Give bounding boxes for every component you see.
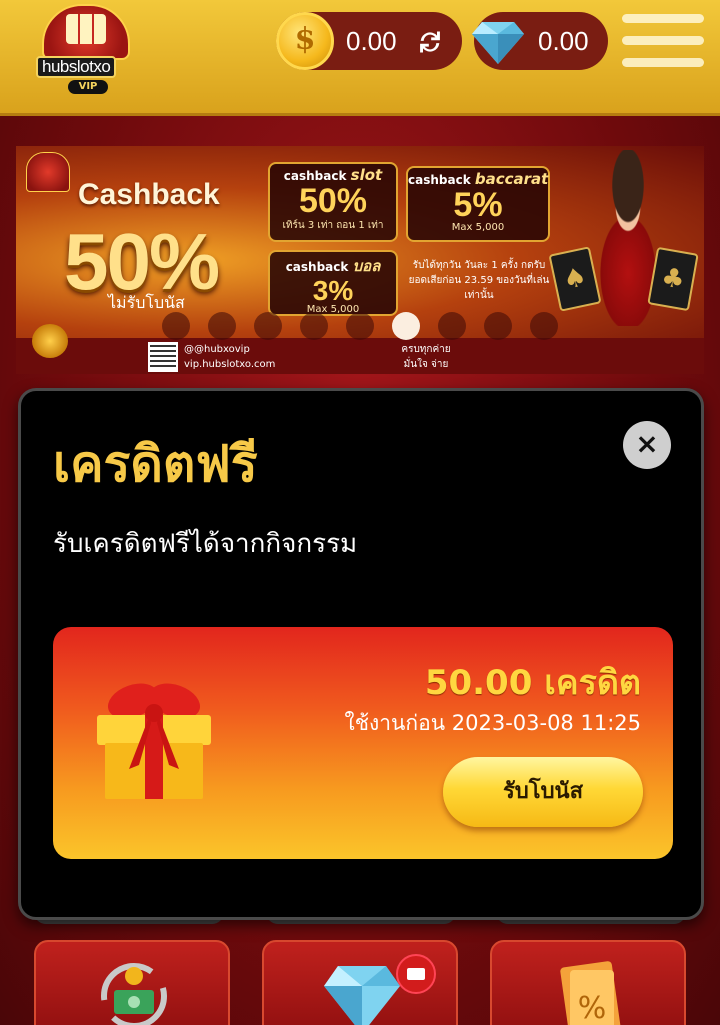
qr-code-icon [148, 342, 178, 372]
cashback-baccarat-box: cashback baccarat 5% Max 5,000 [406, 166, 550, 242]
credit-amount: 50.00 เครดิต [424, 663, 641, 703]
close-button[interactable]: × [623, 421, 671, 469]
diamond-icon [472, 22, 524, 64]
page: hubslotxo VIP $ 0.00 0.00 Cashback 50% ไ… [0, 0, 720, 1025]
credit-balance: 0.00 [346, 26, 397, 56]
line-id: @@hubxovip [184, 344, 250, 355]
refresh-icon[interactable] [416, 28, 444, 56]
carousel-dot[interactable] [392, 312, 420, 340]
cashback-menu-tile[interactable] [34, 940, 230, 1025]
mail-icon [396, 954, 436, 994]
banner-logo [26, 152, 70, 192]
coupon-icon: % [560, 961, 621, 1025]
credit-balance-pill: $ 0.00 [276, 12, 462, 70]
website-url: vip.hubslotxo.com [184, 359, 276, 370]
svg-text:%: % [578, 991, 607, 1025]
carousel-dot[interactable] [530, 312, 558, 340]
logo-crest [42, 4, 130, 60]
carousel-dot[interactable] [438, 312, 466, 340]
modal-subtitle: รับเครดิตฟรีได้จากกิจกรรม [53, 529, 358, 559]
logo-text: hubslotxo [36, 56, 117, 78]
banner-footer-bar [16, 338, 704, 374]
vip-badge: VIP [68, 80, 108, 94]
hamburger-menu-icon[interactable] [622, 14, 704, 70]
diamond-balance-pill: 0.00 [472, 12, 608, 70]
carousel-dot[interactable] [300, 312, 328, 340]
coupon-menu-tile[interactable]: % [490, 940, 686, 1025]
diamond-menu-tile[interactable] [262, 940, 458, 1025]
modal-title: เครดิตฟรี [53, 435, 258, 493]
credit-expiry: ใช้งานก่อน 2023-03-08 11:25 [344, 711, 641, 735]
cashback-football-box: cashback บอล 3% Max 5,000 [268, 250, 398, 316]
banner-title: Cashback [78, 178, 220, 211]
carousel-dot[interactable] [162, 312, 190, 340]
diamond-balance: 0.00 [538, 26, 589, 56]
site-logo[interactable]: hubslotxo VIP [34, 4, 138, 94]
banner-contact: @@hubxovip vip.hubslotxo.com [184, 342, 275, 372]
diamond-icon [324, 966, 400, 1025]
claim-bonus-button[interactable]: รับโบนัส [443, 757, 643, 827]
gift-box-icon [97, 683, 211, 799]
banner-conditions: รับได้ทุกวัน วันละ 1 ครั้ง กดรับยอดเสียก… [408, 260, 550, 301]
top-header: hubslotxo VIP $ 0.00 0.00 [0, 0, 720, 116]
playing-card-icon: ♣ [647, 246, 699, 312]
cash-refund-icon [101, 963, 167, 1025]
free-credit-card: 50.00 เครดิต ใช้งานก่อน 2023-03-08 11:25… [53, 627, 673, 859]
cashback-promo-banner[interactable]: Cashback 50% ไม่รับโบนัส cashback slot 5… [16, 146, 704, 374]
casino-chip-icon [32, 324, 68, 358]
banner-slogan: ครบทุกค่าย มั่นใจ จ่ายจริง [401, 344, 451, 370]
free-credit-modal: เครดิตฟรี × รับเครดิตฟรีได้จากกิจกรรม 50… [18, 388, 704, 920]
cashback-slot-box: cashback slot 50% เทิร์น 3 เท่า ถอน 1 เท… [268, 162, 398, 242]
carousel-dot[interactable] [208, 312, 236, 340]
carousel-dot[interactable] [254, 312, 282, 340]
coin-icon: $ [276, 12, 334, 70]
carousel-dot[interactable] [484, 312, 512, 340]
carousel-dot[interactable] [346, 312, 374, 340]
